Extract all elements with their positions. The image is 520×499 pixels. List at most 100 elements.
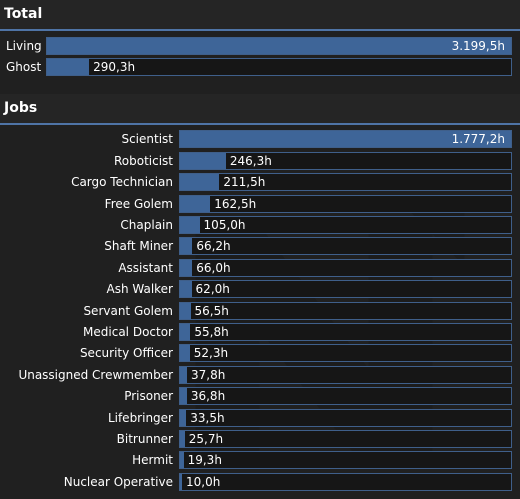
jobs-row-bar: 56,5h (179, 301, 512, 320)
jobs-row-fill (180, 409, 187, 426)
jobs-row: Chaplain 105,0h (0, 214, 520, 235)
jobs-row-bar: 162,5h (179, 194, 512, 213)
jobs-row-value: 33,5h (190, 410, 225, 425)
jobs-row-fill (180, 345, 190, 362)
jobs-row-bar: 62,0h (179, 280, 512, 299)
jobs-row-bar: 66,0h (179, 258, 512, 277)
jobs-row-bar: 25,7h (179, 429, 512, 448)
jobs-row: Assistant 66,0h (0, 257, 520, 278)
jobs-row-value: 56,5h (194, 303, 229, 318)
jobs-row-fill (180, 323, 191, 340)
jobs-row: Roboticist 246,3h (0, 150, 520, 171)
jobs-row-label: Scientist (121, 132, 173, 147)
jobs-row-label: Nuclear Operative (63, 474, 173, 489)
total-row-fill (47, 37, 511, 54)
jobs-row-label: Cargo Technician (71, 175, 173, 190)
jobs-row-fill (180, 366, 188, 383)
jobs-row: Hermit 19,3h (0, 450, 520, 471)
jobs-row-bar: 66,2h (179, 237, 512, 256)
jobs-row-value: 105,0h (203, 218, 246, 233)
total-row-fill (47, 59, 90, 76)
jobs-row-label: Hermit (132, 453, 173, 468)
jobs-row: Nuclear Operative 10,0h (0, 471, 520, 492)
total-row-value: 290,3h (93, 60, 136, 75)
jobs-row-label: Roboticist (113, 153, 173, 168)
jobs-row-bar: 37,8h (179, 365, 512, 384)
jobs-row-bar: 36,8h (179, 387, 512, 406)
jobs-row-value: 19,3h (187, 453, 222, 468)
total-row-bar: 290,3h (46, 58, 512, 77)
jobs-section-title: Jobs (0, 93, 520, 125)
jobs-row: Bitrunner 25,7h (0, 428, 520, 449)
jobs-row-value: 1.777,2h (451, 132, 505, 147)
jobs-row: Medical Doctor 55,8h (0, 321, 520, 342)
jobs-row-bar: 55,8h (179, 322, 512, 341)
jobs-row: Free Golem 162,5h (0, 193, 520, 214)
jobs-row-bar: 211,5h (179, 173, 512, 192)
jobs-row-label: Shaft Miner (104, 239, 173, 254)
jobs-row: Unassigned Crewmember 37,8h (0, 364, 520, 385)
jobs-row-label: Bitrunner (116, 431, 173, 446)
total-row: Living 3.199,5h (0, 35, 520, 56)
jobs-row-bar: 33,5h (179, 408, 512, 427)
jobs-row: Prisoner 36,8h (0, 385, 520, 406)
jobs-row-label: Prisoner (124, 389, 173, 404)
total-section: Total Living 3.199,5h Ghost 290,3h (0, 0, 520, 82)
total-row-label: Living (6, 38, 42, 53)
jobs-row-fill (180, 174, 220, 191)
jobs-row-value: 36,8h (190, 389, 226, 404)
jobs-row-bar: 1.777,2h (179, 130, 512, 149)
jobs-row-label: Free Golem (104, 196, 173, 211)
jobs-row-label: Chaplain (120, 218, 173, 233)
jobs-row: Lifebringer 33,5h (0, 407, 520, 428)
jobs-row-label: Security Officer (79, 346, 173, 361)
jobs-row-value: 246,3h (229, 153, 272, 168)
jobs-row-bar: 105,0h (179, 216, 512, 235)
jobs-row-fill (180, 430, 185, 447)
jobs-row: Ash Walker 62,0h (0, 279, 520, 300)
total-row: Ghost 290,3h (0, 56, 520, 77)
jobs-row-bar: 19,3h (179, 451, 512, 470)
jobs-row-fill (180, 388, 187, 405)
jobs-row: Security Officer 52,3h (0, 343, 520, 364)
jobs-row-value: 25,7h (188, 431, 224, 446)
jobs-row: Cargo Technician 211,5h (0, 172, 520, 193)
jobs-row: Shaft Miner 66,2h (0, 236, 520, 257)
total-row-bar: 3.199,5h (46, 36, 512, 55)
section-divider (0, 81, 520, 94)
jobs-row-value: 10,0h (186, 474, 221, 489)
jobs-row-label: Lifebringer (107, 410, 173, 425)
jobs-row-fill (180, 281, 192, 298)
jobs-row-label: Unassigned Crewmember (18, 367, 173, 382)
jobs-row-fill (180, 452, 184, 469)
jobs-row: Servant Golem 56,5h (0, 300, 520, 321)
jobs-row-fill (180, 238, 193, 255)
jobs-list: Scientist 1.777,2h Roboticist 246,3h Cargo T… (0, 125, 520, 497)
jobs-row-bar: 10,0h (179, 472, 512, 491)
jobs-row-bar: 52,3h (179, 344, 512, 363)
jobs-row-label: Ash Walker (106, 282, 173, 297)
jobs-row-value: 52,3h (193, 346, 229, 361)
jobs-row-value: 62,0h (195, 282, 230, 297)
jobs-row-value: 55,8h (194, 324, 229, 339)
total-row-label: Ghost (6, 60, 42, 75)
jobs-row-fill (180, 152, 226, 169)
jobs-row-fill (180, 259, 193, 276)
jobs-row-bar: 246,3h (179, 151, 512, 170)
jobs-row-value: 66,2h (196, 239, 231, 254)
jobs-row-fill (180, 195, 211, 212)
total-list: Living 3.199,5h Ghost 290,3h (0, 31, 520, 82)
jobs-row-label: Assistant (118, 260, 173, 275)
jobs-row-fill (180, 217, 200, 234)
jobs-row-value: 162,5h (214, 196, 257, 211)
jobs-row-value: 66,0h (196, 260, 231, 275)
jobs-section: Jobs Scientist 1.777,2h Roboticist 246,3h Ca… (0, 93, 520, 497)
total-section-title: Total (0, 0, 520, 31)
jobs-row-label: Servant Golem (83, 303, 173, 318)
total-row-value: 3.199,5h (451, 38, 505, 53)
jobs-row-label: Medical Doctor (83, 324, 173, 339)
jobs-row-value: 37,8h (191, 367, 226, 382)
jobs-row-fill (180, 302, 191, 319)
jobs-row-value: 211,5h (223, 175, 266, 190)
jobs-row: Scientist 1.777,2h (0, 129, 520, 150)
